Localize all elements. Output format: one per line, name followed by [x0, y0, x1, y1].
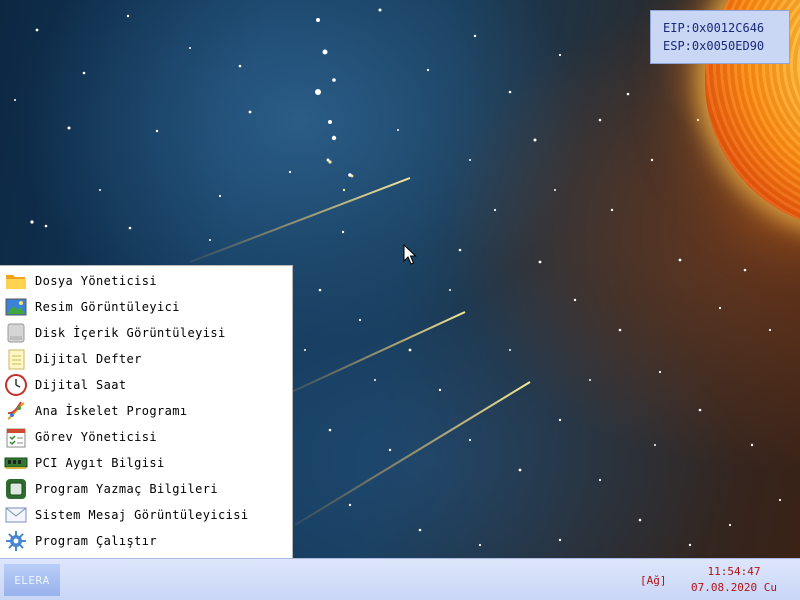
- menu-item-label: Disk İçerik Görüntüleyisi: [35, 326, 226, 340]
- menu-item-resim-goruntuleyici[interactable]: Resim Görüntüleyici: [0, 294, 292, 320]
- menu-item-label: Resim Görüntüleyici: [35, 300, 180, 314]
- clock-time: 11:54:47: [707, 565, 761, 578]
- menu-item-label: PCI Aygıt Bilgisi: [35, 456, 165, 470]
- menu-item-dijital-defter[interactable]: Dijital Defter: [0, 346, 292, 372]
- start-menu: Dosya Yöneticisi Resim Görüntüleyici Dis…: [0, 265, 293, 558]
- register-info-panel: EIP:0x0012C646 ESP:0x0050ED90: [650, 10, 790, 64]
- esp-register: ESP:0x0050ED90: [663, 39, 765, 53]
- gear-icon: [4, 529, 28, 553]
- chip-icon: [4, 477, 28, 501]
- menu-item-program-yazmac[interactable]: Program Yazmaç Bilgileri: [0, 476, 292, 502]
- disk-icon: [4, 321, 28, 345]
- menu-item-label: Dijital Defter: [35, 352, 142, 366]
- image-icon: [4, 295, 28, 319]
- menu-item-sistem-mesaj[interactable]: Sistem Mesaj Görüntüleyicisi: [0, 502, 292, 528]
- clock-date: 07.08.2020 Cu: [690, 581, 778, 594]
- menu-item-label: Sistem Mesaj Görüntüleyicisi: [35, 508, 249, 522]
- menu-item-label: Ana İskelet Programı: [35, 404, 188, 418]
- pci-card-icon: [4, 451, 28, 475]
- menu-item-label: Dijital Saat: [35, 378, 127, 392]
- menu-item-dijital-saat[interactable]: Dijital Saat: [0, 372, 292, 398]
- network-status[interactable]: [Ağ]: [640, 574, 667, 587]
- menu-item-pci-aygit[interactable]: PCI Aygıt Bilgisi: [0, 450, 292, 476]
- clock[interactable]: 11:54:47 07.08.2020 Cu: [680, 564, 788, 596]
- menu-item-label: Program Yazmaç Bilgileri: [35, 482, 218, 496]
- menu-item-disk-icerik[interactable]: Disk İçerik Görüntüleyisi: [0, 320, 292, 346]
- notepad-icon: [4, 347, 28, 371]
- menu-item-dosya-yoneticisi[interactable]: Dosya Yöneticisi: [0, 268, 292, 294]
- menu-item-program-calistir[interactable]: Program Çalıştır: [0, 528, 292, 554]
- menu-item-label: Görev Yöneticisi: [35, 430, 157, 444]
- menu-item-ana-iskelet[interactable]: Ana İskelet Programı: [0, 398, 292, 424]
- envelope-icon: [4, 503, 28, 527]
- start-button[interactable]: ELERA: [4, 564, 60, 596]
- menu-item-gorev-yoneticisi[interactable]: Görev Yöneticisi: [0, 424, 292, 450]
- dna-icon: [4, 399, 28, 423]
- menu-item-label: Program Çalıştır: [35, 534, 157, 548]
- clock-icon: [4, 373, 28, 397]
- mouse-cursor-icon: [403, 244, 417, 265]
- calendar-checklist-icon: [4, 425, 28, 449]
- menu-item-label: Dosya Yöneticisi: [35, 274, 157, 288]
- folder-icon: [4, 269, 28, 293]
- taskbar: ELERA [Ağ] 11:54:47 07.08.2020 Cu: [0, 558, 800, 600]
- eip-register: EIP:0x0012C646: [663, 21, 765, 35]
